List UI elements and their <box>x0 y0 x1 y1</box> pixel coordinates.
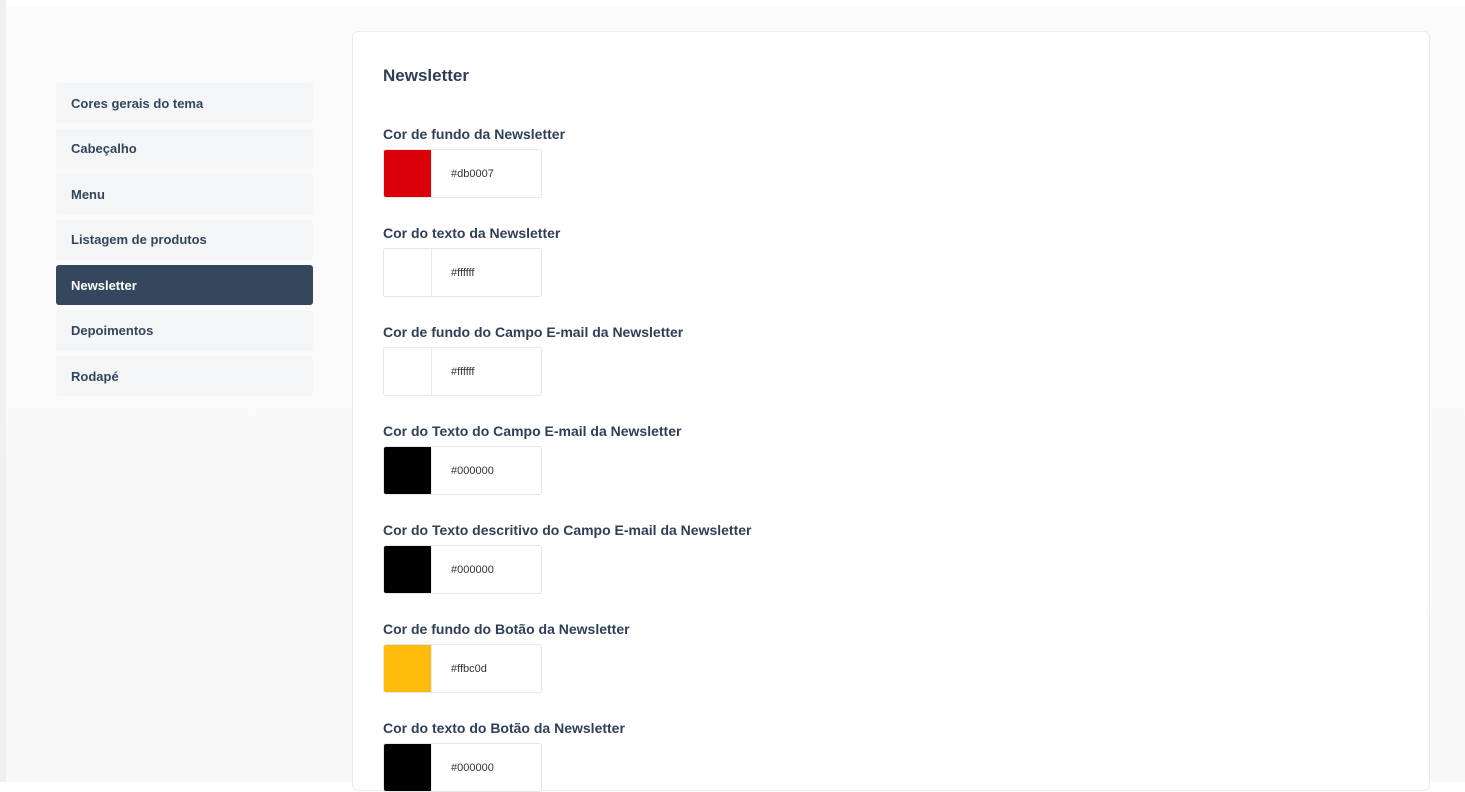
color-hex-value[interactable]: #000000 <box>432 744 541 791</box>
color-hex-value[interactable]: #ffbc0d <box>432 645 541 692</box>
sidebar-item-label: Menu <box>71 186 105 202</box>
color-hex-value[interactable]: #000000 <box>432 546 541 593</box>
color-hex-value[interactable]: #ffffff <box>432 348 541 395</box>
color-hex-value[interactable]: #000000 <box>432 447 541 494</box>
color-input[interactable]: #ffbc0d <box>383 644 542 693</box>
color-field: Cor de fundo do Campo E-mail da Newslett… <box>383 322 1429 396</box>
color-input[interactable]: #db0007 <box>383 149 542 198</box>
sidebar-item-label: Listagem de produtos <box>71 232 207 247</box>
field-label: Cor de fundo da Newsletter <box>383 126 566 142</box>
color-swatch[interactable] <box>384 150 432 197</box>
field-label: Cor do Texto do Campo E-mail da Newslett… <box>383 423 682 439</box>
sidebar-item-listagem[interactable]: Listagem de produtos <box>56 219 313 260</box>
theme-settings-page: Cores gerais do tema Cabeçalho Menu List… <box>6 6 1465 792</box>
field-label: Cor do texto do Botão da Newsletter <box>383 720 625 736</box>
field-label: Cor do texto da Newsletter <box>383 225 561 241</box>
color-hex-value[interactable]: #ffffff <box>432 249 541 296</box>
color-input[interactable]: #ffffff <box>383 347 542 396</box>
sidebar-item-newsletter[interactable]: Newsletter <box>56 265 313 305</box>
sidebar-item-label: Rodapé <box>71 368 119 384</box>
panel-title: Newsletter <box>383 66 469 85</box>
color-field: Cor do Texto do Campo E-mail da Newslett… <box>383 421 1429 495</box>
color-swatch[interactable] <box>384 744 432 791</box>
color-input[interactable]: #000000 <box>383 743 542 792</box>
sidebar-item-label: Cores gerais do tema <box>71 95 204 111</box>
settings-sidebar: Cores gerais do tema Cabeçalho Menu List… <box>56 83 313 402</box>
sidebar-item-label: Newsletter <box>71 277 137 293</box>
color-swatch[interactable] <box>384 447 432 494</box>
color-field: Cor do Texto descritivo do Campo E-mail … <box>383 520 1429 594</box>
color-field: Cor de fundo do Botão da Newsletter #ffb… <box>383 619 1429 693</box>
field-label: Cor de fundo do Botão da Newsletter <box>383 621 630 637</box>
color-input[interactable]: #000000 <box>383 545 542 594</box>
color-input[interactable]: #ffffff <box>383 248 542 297</box>
color-hex-value[interactable]: #db0007 <box>432 150 541 197</box>
field-label: Cor de fundo do Campo E-mail da Newslett… <box>383 324 684 340</box>
color-input[interactable]: #000000 <box>383 446 542 495</box>
sidebar-item-depoimentos[interactable]: Depoimentos <box>56 310 313 351</box>
color-field: Cor do texto do Botão da Newsletter #000… <box>383 718 1429 792</box>
sidebar-item-label: Cabeçalho <box>71 141 137 156</box>
color-field: Cor de fundo da Newsletter #db0007 <box>383 124 1429 198</box>
field-label: Cor do Texto descritivo do Campo E-mail … <box>383 522 752 538</box>
settings-panel: Newsletter Cor de fundo da Newsletter #d… <box>352 31 1430 792</box>
sidebar-item-rodape[interactable]: Rodapé <box>56 356 313 396</box>
sidebar-item-cores-gerais[interactable]: Cores gerais do tema <box>56 83 313 123</box>
color-swatch[interactable] <box>384 645 432 692</box>
color-swatch[interactable] <box>384 348 432 395</box>
sidebar-item-menu[interactable]: Menu <box>56 174 313 214</box>
color-field: Cor do texto da Newsletter #ffffff <box>383 223 1429 297</box>
sidebar-item-label: Depoimentos <box>71 323 154 338</box>
sidebar-item-cabecalho[interactable]: Cabeçalho <box>56 128 313 169</box>
color-swatch[interactable] <box>384 249 432 296</box>
color-swatch[interactable] <box>384 546 432 593</box>
